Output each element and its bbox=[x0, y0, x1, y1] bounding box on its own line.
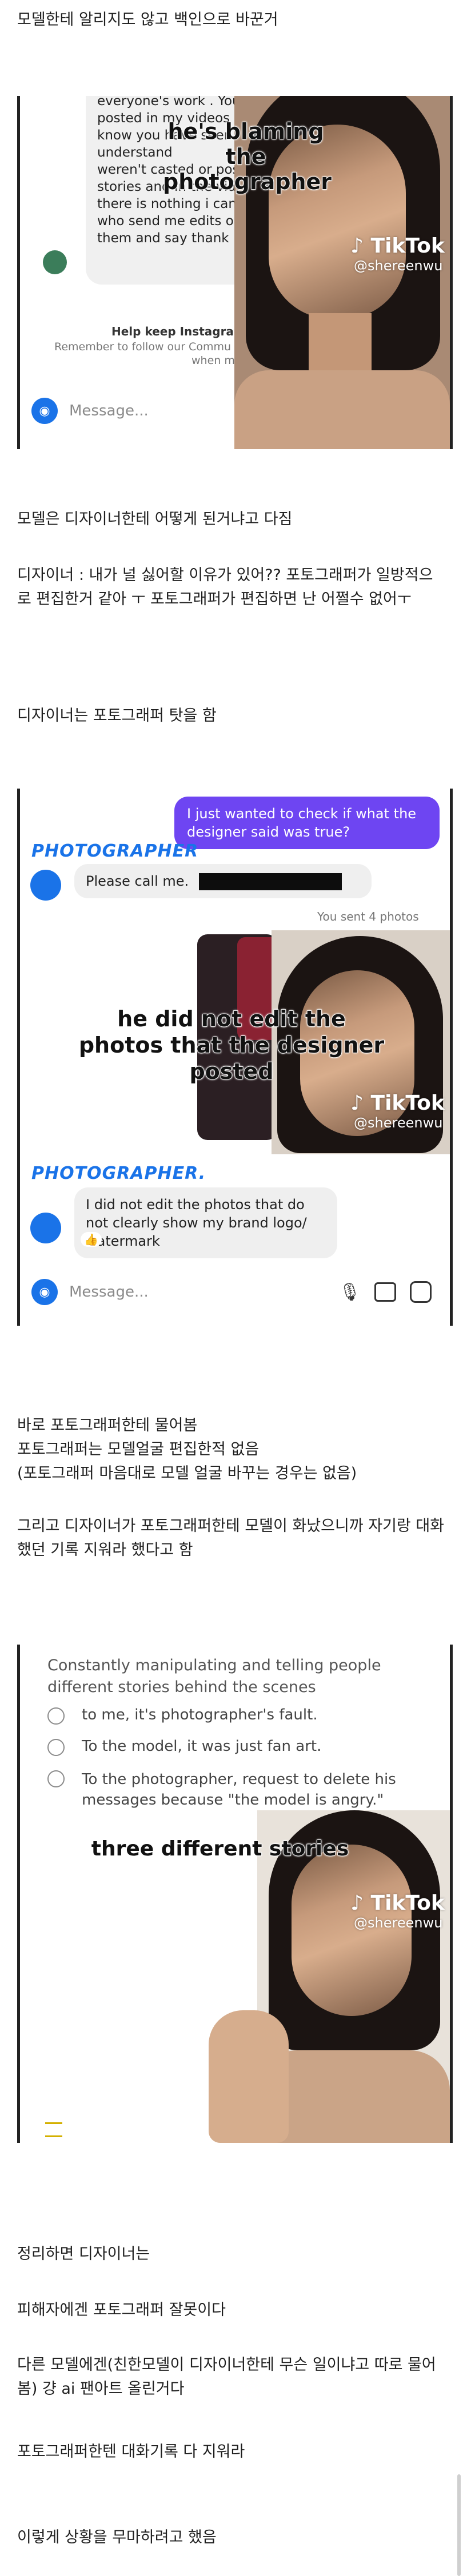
post-text-5b: 포토그래퍼는 모델얼굴 편집한적 없음 bbox=[17, 1441, 260, 1458]
photographer-label: PHOTOGRAPHER. bbox=[31, 1163, 206, 1183]
post-text-1: 모델한테 알리지도 않고 백인으로 바꾼거 bbox=[17, 11, 278, 29]
option-radio[interactable] bbox=[47, 1739, 65, 1756]
post-text-2: 모델은 디자이너한테 어떻게 된거냐고 다짐 bbox=[17, 510, 293, 528]
photographer-avatar bbox=[30, 1213, 61, 1243]
reaction-badge: 👍 bbox=[81, 1232, 102, 1247]
tiktok-handle: @shereenwu bbox=[354, 1115, 443, 1131]
option-radio[interactable] bbox=[47, 1770, 65, 1787]
message-composer[interactable]: ◉ Message... 🎙 bbox=[31, 1279, 432, 1305]
post-text-6: 그리고 디자이너가 포토그래퍼한테 모델이 화났으니까 자기랑 대화했던 기록 … bbox=[17, 1517, 445, 1559]
waving-hand bbox=[209, 2010, 289, 2143]
tiktok-handle: @shereenwu bbox=[354, 258, 443, 274]
gallery-icon[interactable] bbox=[374, 1282, 396, 1302]
reply-message-2: I did not edit the photos that do not cl… bbox=[74, 1187, 337, 1258]
help-subtitle: Remember to follow our Commu bbox=[54, 341, 232, 353]
post-text-11: 이렇게 상황을 무마하려고 했음 bbox=[17, 2529, 217, 2546]
tiktok-screenshot-3: Constantly manipulating and telling peop… bbox=[17, 1645, 453, 2143]
photographer-avatar bbox=[30, 870, 61, 901]
camera-icon[interactable]: ◉ bbox=[31, 1279, 58, 1305]
tiktok-watermark: ♪ TikTok @shereenwu bbox=[350, 1891, 445, 1931]
option-radio[interactable] bbox=[47, 1707, 65, 1725]
message-input[interactable]: Message... bbox=[69, 1283, 149, 1301]
post-text-7: 정리하면 디자이너는 bbox=[17, 2245, 150, 2263]
tiktok-brand: TikTok bbox=[370, 1091, 445, 1115]
scrollbar[interactable] bbox=[457, 2474, 461, 2576]
tiktok-note-icon: ♪ bbox=[350, 1091, 364, 1115]
help-title: Help keep Instagram bbox=[111, 325, 246, 338]
post-text-5c: (포토그래퍼 마음대로 모델 얼굴 바꾸는 경우는 없음) bbox=[17, 1465, 357, 1482]
tiktok-handle: @shereenwu bbox=[354, 1915, 443, 1931]
tiktok-screenshot-2: I just wanted to check if what the desig… bbox=[17, 789, 453, 1326]
message-input[interactable]: Message... bbox=[69, 402, 149, 419]
video-caption: he did not edit the photos that the desi… bbox=[78, 1006, 385, 1085]
tiktok-brand: TikTok bbox=[370, 1891, 445, 1915]
option-label-1: to me, it's photographer's fault. bbox=[82, 1706, 318, 1723]
slide-heading: Constantly manipulating and telling peop… bbox=[47, 1657, 381, 1696]
video-caption: three different stories bbox=[91, 1837, 349, 1861]
tiktok-note-icon: ♪ bbox=[350, 234, 364, 258]
video-caption: he's blaming the photographer bbox=[162, 118, 332, 195]
bottom-left-icon bbox=[45, 2122, 62, 2137]
message-composer[interactable]: ◉ Message... bbox=[31, 398, 149, 424]
tiktok-note-icon: ♪ bbox=[350, 1891, 364, 1915]
post-text-4: 디자이너는 포토그래퍼 탓을 함 bbox=[17, 707, 217, 725]
post-text-9: 다른 모델에겐(친한모델이 디자이너한테 무슨 일이냐고 따로 물어봄) 걍 a… bbox=[17, 2356, 436, 2398]
reply-message-1: Please call me. bbox=[74, 864, 372, 898]
reply-text: Please call me. bbox=[86, 873, 189, 889]
option-label-3: To the photographer, request to delete h… bbox=[82, 1771, 396, 1809]
post-text-10: 포토그래퍼한텐 대화기록 다 지워라 bbox=[17, 2443, 245, 2461]
sent-photos-note: You sent 4 photos bbox=[317, 910, 419, 923]
tiktok-screenshot-1: everyone's work . Your photo was posted … bbox=[17, 96, 453, 449]
tiktok-brand: TikTok bbox=[370, 234, 445, 258]
tiktok-watermark: ♪ TikTok @shereenwu bbox=[350, 234, 445, 274]
microphone-icon[interactable]: 🎙 bbox=[339, 1282, 361, 1302]
sent-message: I just wanted to check if what the desig… bbox=[174, 797, 440, 849]
post-text-3: 디자이너 : 내가 널 싫어할 이유가 있어?? 포토그래퍼가 일방적으로 편집… bbox=[17, 566, 433, 608]
photographer-label: PHOTOGRAPHER bbox=[31, 841, 199, 861]
sticker-icon[interactable] bbox=[410, 1281, 432, 1303]
tiktok-watermark: ♪ TikTok @shereenwu bbox=[350, 1091, 445, 1131]
sender-avatar bbox=[43, 250, 67, 274]
option-label-2: To the model, it was just fan art. bbox=[82, 1738, 322, 1755]
camera-icon[interactable]: ◉ bbox=[31, 398, 58, 424]
post-text-5a: 바로 포토그래퍼한테 물어봄 bbox=[17, 1417, 198, 1434]
post-text-8: 피해자에겐 포토그래퍼 잘못이다 bbox=[17, 2301, 226, 2319]
redacted-bar bbox=[198, 873, 342, 890]
